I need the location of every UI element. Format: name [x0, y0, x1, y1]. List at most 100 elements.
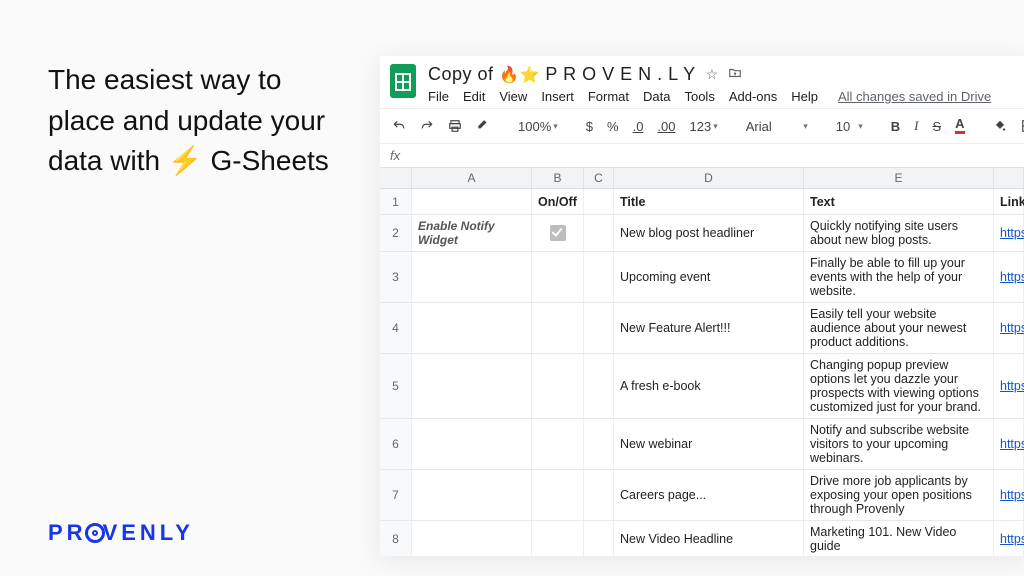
cell-B1[interactable]: On/Off	[532, 189, 584, 214]
cell-label[interactable]	[412, 252, 532, 302]
cell-title[interactable]: A fresh e-book	[614, 354, 804, 418]
cell-C[interactable]	[584, 303, 614, 353]
column-header-E[interactable]: E	[804, 168, 994, 188]
row-number[interactable]: 3	[380, 252, 412, 302]
table-row: 3 Upcoming eventFinally be able to fill u…	[380, 252, 1024, 303]
fill-color-button[interactable]	[989, 116, 1011, 136]
row-number[interactable]: 1	[380, 189, 412, 214]
decrease-decimals-button[interactable]: .0	[629, 116, 648, 137]
row-number[interactable]: 6	[380, 419, 412, 469]
cell-title[interactable]: Careers page...	[614, 470, 804, 520]
number-format-select[interactable]: 123 ▾	[686, 116, 722, 137]
borders-button[interactable]	[1017, 116, 1024, 136]
cell-C[interactable]	[584, 252, 614, 302]
print-button[interactable]	[444, 116, 466, 136]
save-state[interactable]: All changes saved in Drive	[838, 89, 991, 104]
row-number[interactable]: 7	[380, 470, 412, 520]
cell-title[interactable]: New Video Headline	[614, 521, 804, 556]
cell-onoff[interactable]	[532, 252, 584, 302]
column-headers: ABCDE	[380, 168, 1024, 189]
cell-label[interactable]	[412, 470, 532, 520]
increase-decimals-button[interactable]: .00	[653, 116, 679, 137]
menu-insert[interactable]: Insert	[541, 89, 574, 104]
paint-format-button[interactable]	[472, 116, 494, 136]
cell-link[interactable]: https	[994, 521, 1024, 556]
cell-onoff[interactable]	[532, 470, 584, 520]
text-color-button[interactable]: A	[951, 115, 968, 137]
cell-title[interactable]: New webinar	[614, 419, 804, 469]
cell-C1[interactable]	[584, 189, 614, 214]
column-header-B[interactable]: B	[532, 168, 584, 188]
cell-label[interactable]	[412, 419, 532, 469]
doc-title[interactable]: Copy of 🔥⭐ P R O V E N . L Y	[428, 64, 696, 85]
move-folder-icon[interactable]	[728, 66, 742, 83]
cell-link[interactable]: https	[994, 419, 1024, 469]
cell-text[interactable]: Finally be able to fill up your events w…	[804, 252, 994, 302]
cell-E1[interactable]: Text	[804, 189, 994, 214]
cell-C[interactable]	[584, 521, 614, 556]
redo-button[interactable]	[416, 116, 438, 136]
menu-data[interactable]: Data	[643, 89, 670, 104]
cell-label[interactable]	[412, 354, 532, 418]
cell-text[interactable]: Marketing 101. New Video guide	[804, 521, 994, 556]
cell-label[interactable]	[412, 303, 532, 353]
formula-bar[interactable]: fx	[380, 144, 1024, 168]
column-header-C[interactable]: C	[584, 168, 614, 188]
column-header-A[interactable]: A	[412, 168, 532, 188]
cell-A1[interactable]	[412, 189, 532, 214]
checkbox-icon[interactable]	[550, 225, 566, 241]
cell-C[interactable]	[584, 419, 614, 469]
font-select[interactable]: Arial ▾	[742, 116, 812, 137]
cell-onoff[interactable]	[532, 419, 584, 469]
cell-C[interactable]	[584, 354, 614, 418]
cell-link[interactable]: https	[994, 354, 1024, 418]
spreadsheet-grid[interactable]: ABCDE 1 On/Off Title Text Link 2Enable N…	[380, 168, 1024, 556]
cell-text[interactable]: Changing popup preview options let you d…	[804, 354, 994, 418]
cell-onoff[interactable]	[532, 354, 584, 418]
cell-onoff[interactable]	[532, 521, 584, 556]
cell-C[interactable]	[584, 215, 614, 251]
cell-text[interactable]: Easily tell your website audience about …	[804, 303, 994, 353]
menu-view[interactable]: View	[499, 89, 527, 104]
cell-link[interactable]: https	[994, 252, 1024, 302]
currency-button[interactable]: $	[582, 116, 597, 137]
cell-label[interactable]	[412, 521, 532, 556]
cell-onoff[interactable]	[532, 215, 584, 251]
cell-label[interactable]: Enable Notify Widget	[412, 215, 532, 251]
sheets-app-icon[interactable]	[390, 64, 416, 98]
undo-button[interactable]	[388, 116, 410, 136]
percent-button[interactable]: %	[603, 116, 623, 137]
menu-file[interactable]: File	[428, 89, 449, 104]
strike-button[interactable]: S	[928, 116, 945, 137]
menu-add-ons[interactable]: Add-ons	[729, 89, 777, 104]
menu-tools[interactable]: Tools	[684, 89, 714, 104]
cell-title[interactable]: New blog post headliner	[614, 215, 804, 251]
row-number[interactable]: 8	[380, 521, 412, 556]
zoom-select[interactable]: 100% ▾	[514, 116, 562, 137]
cell-C[interactable]	[584, 470, 614, 520]
cell-text[interactable]: Drive more job applicants by exposing yo…	[804, 470, 994, 520]
font-size-select[interactable]: 10 ▾	[832, 116, 867, 137]
select-all-corner[interactable]	[380, 168, 412, 188]
row-number[interactable]: 4	[380, 303, 412, 353]
select-all-corner[interactable]	[994, 168, 1024, 188]
cell-title[interactable]: New Feature Alert!!!	[614, 303, 804, 353]
cell-title[interactable]: Upcoming event	[614, 252, 804, 302]
italic-button[interactable]: I	[910, 115, 922, 137]
row-number[interactable]: 2	[380, 215, 412, 251]
menu-help[interactable]: Help	[791, 89, 818, 104]
star-icon[interactable]: ☆	[706, 66, 719, 83]
cell-link[interactable]: https	[994, 470, 1024, 520]
cell-D1[interactable]: Title	[614, 189, 804, 214]
column-header-D[interactable]: D	[614, 168, 804, 188]
cell-link[interactable]: https	[994, 215, 1024, 251]
cell-link[interactable]: https	[994, 303, 1024, 353]
cell-onoff[interactable]	[532, 303, 584, 353]
cell-text[interactable]: Notify and subscribe website visitors to…	[804, 419, 994, 469]
row-number[interactable]: 5	[380, 354, 412, 418]
cell-F1[interactable]: Link	[994, 189, 1024, 214]
menu-edit[interactable]: Edit	[463, 89, 485, 104]
cell-text[interactable]: Quickly notifying site users about new b…	[804, 215, 994, 251]
bold-button[interactable]: B	[887, 116, 904, 137]
menu-format[interactable]: Format	[588, 89, 629, 104]
